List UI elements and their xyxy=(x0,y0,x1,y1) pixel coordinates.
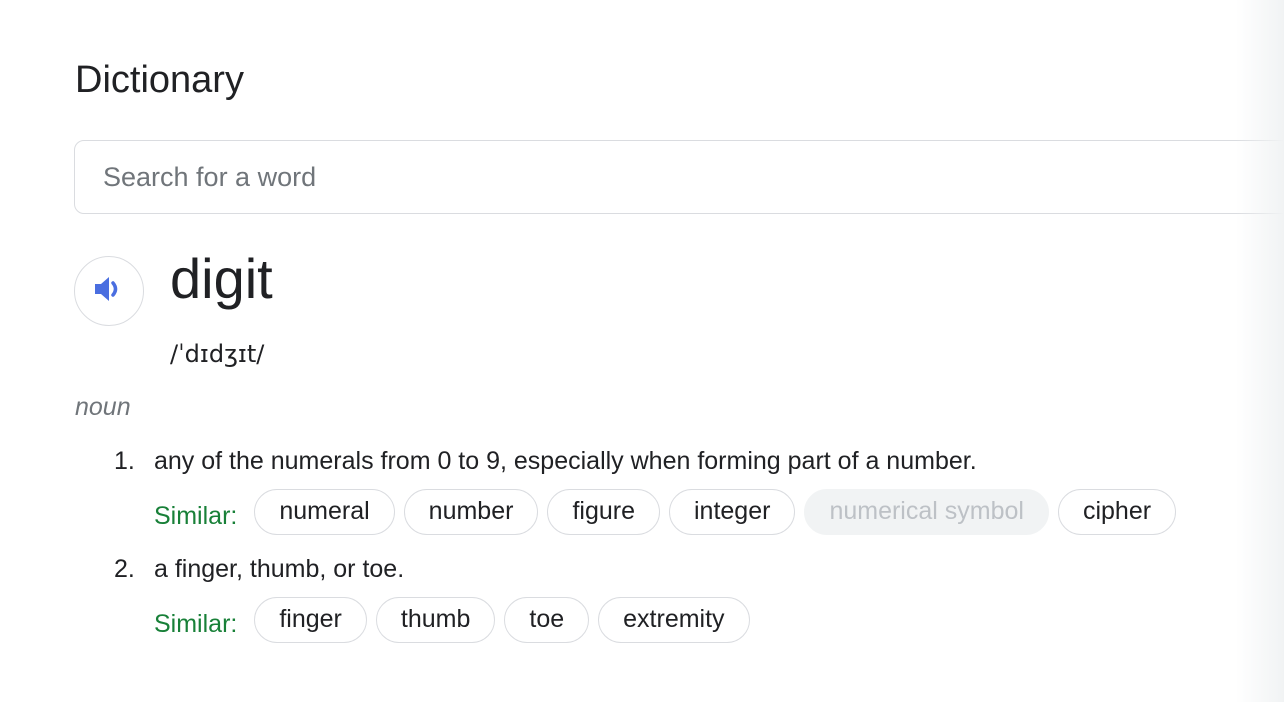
similar-chip[interactable]: cipher xyxy=(1057,489,1177,535)
search-input[interactable] xyxy=(103,159,1203,195)
similar-words-row: Similar: finger thumb toe extremity xyxy=(154,596,759,644)
similar-chip[interactable]: thumb xyxy=(375,597,496,643)
similar-chip[interactable]: integer xyxy=(668,489,796,535)
definition-text: a finger, thumb, or toe. xyxy=(154,555,405,583)
headword: digit xyxy=(170,247,273,310)
similar-chip[interactable]: number xyxy=(403,489,539,535)
similar-chip[interactable]: toe xyxy=(504,597,590,643)
similar-words-row: Similar: numeral number figure integer n… xyxy=(154,488,1185,536)
similar-label: Similar: xyxy=(154,609,238,638)
right-edge-shadow xyxy=(1236,0,1284,702)
similar-chip[interactable]: finger xyxy=(254,597,367,643)
dictionary-page: Dictionary digit /ˈdɪdʒɪt/ noun 1. any o… xyxy=(0,0,1284,702)
similar-chip-disabled: numerical symbol xyxy=(804,489,1049,535)
definition-number: 1. xyxy=(114,447,135,475)
similar-label: Similar: xyxy=(154,501,238,530)
speaker-icon xyxy=(92,272,126,311)
similar-chip[interactable]: figure xyxy=(547,489,660,535)
definition-number: 2. xyxy=(114,555,135,583)
similar-chip[interactable]: extremity xyxy=(598,597,750,643)
definition-text: any of the numerals from 0 to 9, especia… xyxy=(154,447,977,475)
similar-chip[interactable]: numeral xyxy=(254,489,395,535)
phonetic-transcription: /ˈdɪdʒɪt/ xyxy=(170,340,265,368)
pronounce-button[interactable] xyxy=(74,256,144,326)
search-box[interactable] xyxy=(74,140,1284,214)
page-title: Dictionary xyxy=(75,59,244,101)
part-of-speech: noun xyxy=(75,393,131,421)
